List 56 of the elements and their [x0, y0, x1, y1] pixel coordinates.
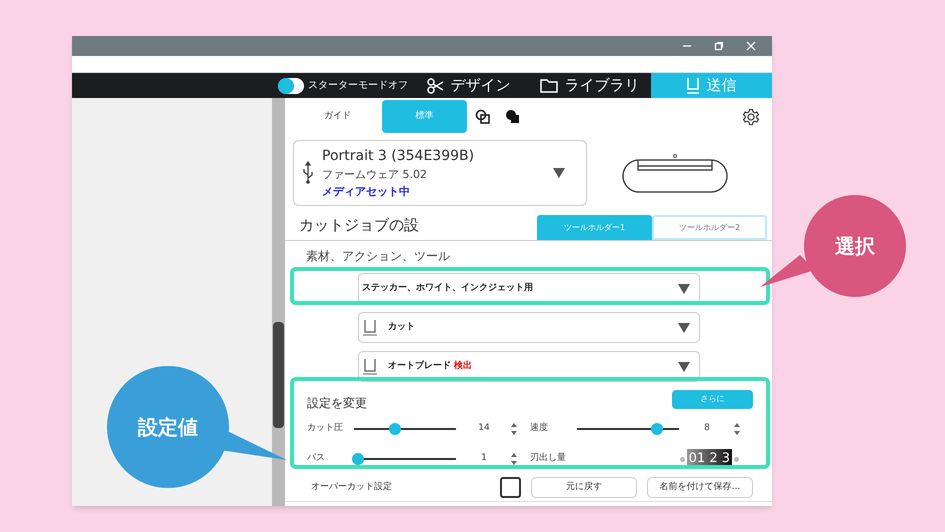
- dropdown-arrow-icon[interactable]: [677, 360, 691, 372]
- mode-tab[interactable]: ガイド: [295, 100, 380, 133]
- tool-holder-icon: [362, 318, 378, 336]
- folder-icon: [540, 78, 558, 94]
- spinner-icon[interactable]: [733, 421, 741, 437]
- slider-thumb[interactable]: [388, 423, 401, 435]
- slider-label: 刃出し量: [530, 452, 567, 466]
- material-value: ステッカー、ホワイト、インクジェット用: [362, 282, 534, 295]
- section-subtitle: 素材、アクション、ツール: [305, 248, 451, 265]
- slider-label: パス: [307, 452, 326, 466]
- section-title: カットジョブの設: [299, 214, 420, 236]
- slider-track[interactable]: [577, 423, 679, 435]
- tool-holder-tab[interactable]: ツールホルダー2: [652, 215, 767, 240]
- slider-label: 速度: [530, 422, 549, 436]
- device-selector[interactable]: Portrait 3 (354E399B) ファームウェア 5.02 メディアセット中: [293, 140, 587, 206]
- tool-holder-icon: [686, 76, 700, 94]
- overcut-checkbox[interactable]: [500, 477, 521, 498]
- dropdown[interactable]: ステッカー、ホワイト、インクジェット用: [358, 273, 700, 304]
- slider-value: 14: [477, 422, 491, 436]
- nav-tab[interactable]: デザイン: [408, 73, 530, 98]
- spinner-icon[interactable]: [510, 451, 518, 467]
- settings-icon[interactable]: [742, 108, 760, 126]
- tool-holder-icon: [362, 358, 378, 376]
- slider-value: 1: [480, 452, 488, 466]
- filled-shapes-icon[interactable]: [505, 108, 521, 124]
- tool-value: オートブレード 検出: [387, 360, 474, 373]
- nav-tab[interactable]: ライブラリ: [529, 73, 651, 98]
- dropdown[interactable]: オートブレード 検出: [358, 351, 700, 382]
- slider-label: カット圧: [307, 422, 344, 436]
- footer-button[interactable]: 元に戻す: [531, 477, 637, 498]
- dropdown-arrow-icon[interactable]: [677, 322, 691, 334]
- dropdown-arrow-icon[interactable]: [677, 282, 691, 294]
- slider-thumb[interactable]: [650, 423, 663, 435]
- dropdown-arrow-icon[interactable]: [552, 167, 566, 179]
- close-icon[interactable]: [746, 41, 756, 51]
- settings-title: 設定を変更: [307, 395, 367, 412]
- slider-track[interactable]: [354, 453, 456, 465]
- maximize-icon[interactable]: [714, 41, 724, 51]
- slider-track[interactable]: [354, 423, 456, 435]
- media-status: メディアセット中: [322, 184, 411, 200]
- starter-mode-toggle[interactable]: [278, 78, 304, 94]
- scrollbar-thumb[interactable]: [273, 322, 284, 428]
- firmware-version: ファームウェア 5.02: [322, 167, 428, 183]
- overlap-squares-icon[interactable]: [475, 108, 491, 124]
- scissors-icon: [426, 76, 445, 94]
- overcut-label: オーバーカット設定: [311, 480, 393, 494]
- usb-icon: [302, 161, 314, 185]
- slider-thumb[interactable]: [352, 453, 364, 465]
- callout-bubble: 選択: [804, 195, 906, 297]
- footer-button[interactable]: 名前を付けて保存...: [647, 477, 753, 498]
- device-name: Portrait 3 (354E399B): [322, 147, 476, 166]
- slider-value: 8: [703, 422, 711, 436]
- spinner-icon[interactable]: [510, 421, 518, 437]
- dropdown[interactable]: カット: [358, 312, 700, 343]
- toggle-label: スターターモードオフ: [308, 79, 408, 93]
- tool-value: カット: [387, 320, 416, 334]
